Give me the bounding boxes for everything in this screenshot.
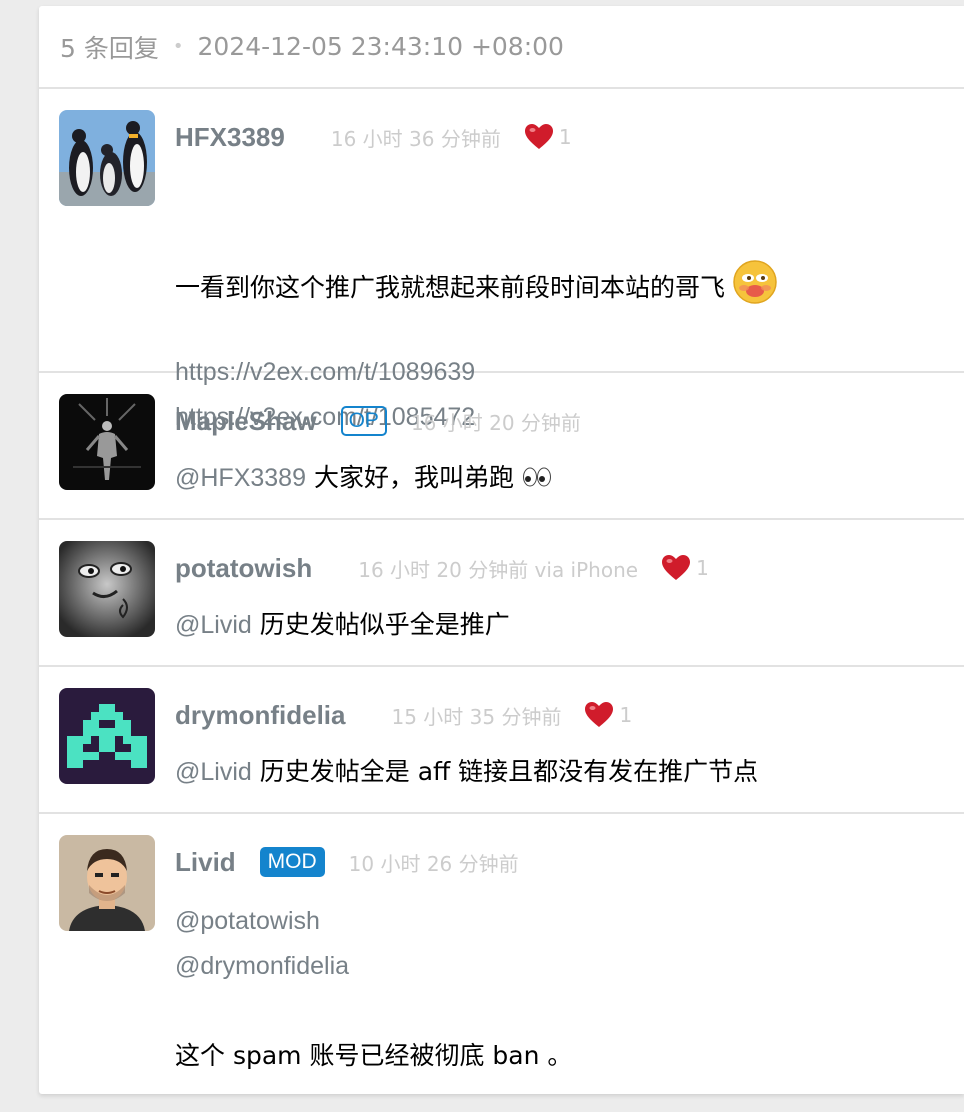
dark-figure-avatar[interactable] xyxy=(59,394,155,490)
thanks-count: 1 xyxy=(585,702,632,728)
reply-text: 历史发帖似乎全是推广 xyxy=(251,610,510,639)
reply-text-line: 一看到你这个推广我就想起来前段时间本站的哥飞 xyxy=(175,260,777,305)
reply-text-line: @Livid 历史发帖全是 aff 链接且都没有发在推广节点 xyxy=(175,749,758,794)
reply-time: 10 小时 26 分钟前 xyxy=(348,851,519,876)
reply-time: 16 小时 20 分钟前 via iPhone xyxy=(358,557,639,582)
reply-count: 5 条回复 xyxy=(60,33,159,63)
reply-meta: drymonfidelia 15 小时 35 分钟前 1 xyxy=(175,697,632,733)
gray-face-avatar[interactable] xyxy=(59,541,155,637)
reply-text: 历史发帖全是 aff 链接且都没有发在推广节点 xyxy=(251,757,759,786)
mod-badge: MOD xyxy=(259,847,325,877)
smirking-face-emoji xyxy=(733,260,777,318)
username-link[interactable]: HFX3389 xyxy=(175,122,285,153)
username-link[interactable]: drymonfidelia xyxy=(175,700,345,731)
reply-meta: potatowish 16 小时 20 分钟前 via iPhone 1 xyxy=(175,550,709,586)
username-link[interactable]: MapleShaw xyxy=(175,406,317,437)
heart-icon xyxy=(585,702,614,727)
cartoon-man-avatar[interactable] xyxy=(59,835,155,931)
reply-time: 16 小时 20 分钟前 xyxy=(410,410,581,435)
pixel-invader-avatar[interactable] xyxy=(59,688,155,784)
heart-icon xyxy=(662,555,691,580)
reply-time: 15 小时 35 分钟前 xyxy=(391,704,562,729)
replies-box: 5 条回复 • 2024-12-05 23:43:10 +08:00 HFX33… xyxy=(39,6,964,1094)
reply-text: 一看到你这个推广我就想起来前段时间本站的哥飞 xyxy=(175,273,726,302)
header-separator: • xyxy=(172,36,184,57)
reply-text: 大家好，我叫弟跑 xyxy=(306,463,514,492)
mention-link[interactable]: @Livid xyxy=(175,758,252,786)
op-badge: OP xyxy=(340,406,387,436)
mention-link[interactable]: @drymonfidelia xyxy=(175,952,349,980)
mention-link[interactable]: @HFX3389 xyxy=(175,464,306,492)
reply-text-line: @HFX3389 大家好，我叫弟跑 xyxy=(175,455,552,500)
reply-cell: drymonfidelia 15 小时 35 分钟前 1 @Livid 历史发帖… xyxy=(39,667,964,814)
reply-cell: potatowish 16 小时 20 分钟前 via iPhone 1 @Li… xyxy=(39,520,964,667)
reply-time: 16 小时 36 分钟前 xyxy=(330,126,501,151)
mention-link[interactable]: @Livid xyxy=(175,611,252,639)
thanks-number: 1 xyxy=(558,125,572,149)
reply-text-line: @Livid 历史发帖似乎全是推广 xyxy=(175,602,510,647)
mention-link[interactable]: @potatowish xyxy=(175,907,320,935)
reply-cell: Livid MOD 10 小时 26 分钟前 @potatowish @drym… xyxy=(39,814,964,1094)
heart-icon xyxy=(524,124,553,149)
replies-header: 5 条回复 • 2024-12-05 23:43:10 +08:00 xyxy=(39,6,964,89)
eyes-emoji xyxy=(522,457,552,502)
reply-text-line: 这个 spam 账号已经被彻底 ban 。 xyxy=(175,1033,572,1078)
reply-text: 这个 spam 账号已经被彻底 ban 。 xyxy=(175,1041,573,1070)
thanks-number: 1 xyxy=(696,556,709,580)
username-link[interactable]: Livid xyxy=(175,847,236,878)
reply-meta: Livid MOD 10 小时 26 分钟前 xyxy=(175,844,519,880)
reply-cell: MapleShaw OP 16 小时 20 分钟前 @HFX3389 大家好，我… xyxy=(39,373,964,520)
thanks-count: 1 xyxy=(524,124,572,150)
username-link[interactable]: potatowish xyxy=(175,553,312,584)
reply-meta: MapleShaw OP 16 小时 20 分钟前 xyxy=(175,403,581,439)
topic-datetime: 2024-12-05 23:43:10 +08:00 xyxy=(197,32,564,61)
reply-meta: HFX3389 16 小时 36 分钟前 1 xyxy=(175,119,572,155)
thanks-count: 1 xyxy=(662,555,709,581)
thanks-number: 1 xyxy=(619,703,633,727)
penguins-avatar[interactable] xyxy=(59,110,155,206)
reply-cell: HFX3389 16 小时 36 分钟前 1 一看到你这个推广我就想起来前段时间… xyxy=(39,89,964,431)
